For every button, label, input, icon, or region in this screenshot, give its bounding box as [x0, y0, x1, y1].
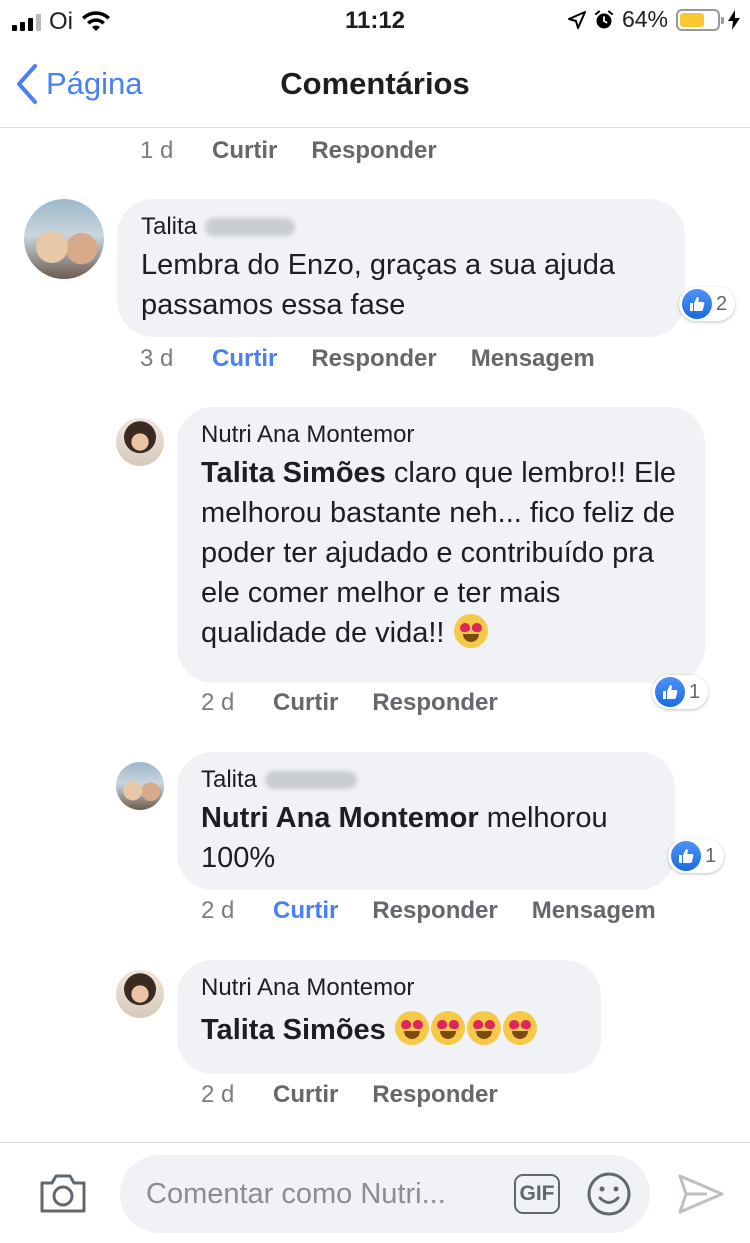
comment-time: 2 d	[201, 689, 235, 716]
comment-actions: 2 d Curtir Responder	[201, 689, 532, 717]
reaction-count: 1	[705, 844, 717, 867]
mention-link[interactable]: Talita Simões	[201, 1014, 386, 1046]
battery-percent: 64%	[621, 6, 668, 32]
reaction-count: 1	[689, 680, 701, 703]
comment-time: 3 d	[140, 345, 174, 372]
comment-composer: GIF	[0, 1142, 750, 1243]
comment-text: Lembra do Enzo, graças a sua ajuda passa…	[141, 249, 615, 321]
emoji-smile-icon[interactable]	[586, 1171, 632, 1217]
wifi-icon	[82, 11, 110, 31]
heart-eyes-emoji-icon	[453, 614, 488, 648]
comment-bubble[interactable]: Talita Nutri Ana Montemor melhorou 100%	[177, 752, 675, 890]
like-action[interactable]: Curtir	[212, 137, 277, 165]
reply-action[interactable]: Responder	[311, 137, 436, 165]
comment-time: 1 d	[140, 137, 174, 164]
author-name[interactable]: Nutri Ana Montemor	[201, 974, 414, 1002]
status-right: 64%	[567, 6, 740, 33]
chevron-left-icon	[17, 64, 37, 104]
comment-time: 2 d	[201, 1081, 235, 1108]
heart-eyes-emoji-icon	[394, 1011, 429, 1045]
comment-author[interactable]: Nutri Ana Montemor	[201, 974, 577, 1002]
carrier-label: Oi	[49, 8, 73, 35]
comment-actions: 3 d Curtir Responder Mensagem	[140, 345, 629, 373]
reaction-count: 2	[716, 292, 728, 315]
nav-bar: Página Comentários	[0, 44, 750, 128]
thumbs-up-icon	[682, 289, 712, 319]
comment-input[interactable]	[146, 1155, 506, 1233]
status-left: Oi	[12, 8, 111, 36]
gif-button[interactable]: GIF	[514, 1174, 560, 1214]
comment-bubble[interactable]: Nutri Ana Montemor Talita Simões	[177, 960, 601, 1074]
blurred-surname	[265, 771, 358, 789]
comment-time: 2 d	[201, 897, 235, 924]
back-label: Página	[46, 66, 143, 101]
status-bar: Oi 11:12 64%	[0, 0, 750, 40]
heart-eyes-emoji-icon	[430, 1011, 465, 1045]
avatar[interactable]	[24, 199, 104, 279]
heart-eyes-emoji-icon	[466, 1011, 501, 1045]
back-button[interactable]: Página	[16, 64, 143, 104]
like-action[interactable]: Curtir	[273, 897, 338, 925]
comment-author[interactable]: Nutri Ana Montemor	[201, 421, 681, 449]
message-action[interactable]: Mensagem	[532, 897, 656, 925]
mention-link[interactable]: Nutri Ana Montemor	[201, 802, 479, 834]
comment-actions: 1 d Curtir Responder	[140, 137, 471, 165]
comment-bubble[interactable]: Talita Lembra do Enzo, graças a sua ajud…	[117, 199, 685, 337]
avatar[interactable]	[116, 970, 164, 1018]
avatar[interactable]	[116, 418, 164, 466]
reply-action[interactable]: Responder	[372, 897, 497, 925]
comment-bubble[interactable]: Nutri Ana Montemor Talita Simões claro q…	[177, 407, 705, 683]
comment-author[interactable]: Talita	[141, 213, 661, 241]
battery-icon	[676, 8, 724, 31]
blurred-surname	[205, 218, 296, 236]
location-arrow-icon	[567, 10, 586, 29]
reaction-badge[interactable]: 2	[679, 287, 736, 321]
like-action[interactable]: Curtir	[273, 689, 338, 717]
thumbs-up-icon	[671, 841, 701, 871]
camera-icon[interactable]	[38, 1171, 88, 1215]
reaction-badge[interactable]: 1	[668, 839, 725, 873]
thumbs-up-icon	[655, 677, 685, 707]
comment-actions: 2 d Curtir Responder	[201, 1081, 532, 1109]
author-name[interactable]: Talita	[141, 213, 197, 241]
like-action[interactable]: Curtir	[212, 345, 277, 373]
mention-link[interactable]: Talita Simões	[201, 457, 386, 489]
send-icon[interactable]	[677, 1173, 725, 1215]
comment-author[interactable]: Talita	[201, 766, 651, 794]
signal-icon	[12, 13, 41, 31]
reply-action[interactable]: Responder	[372, 689, 497, 717]
comment-text: Talita Simões	[201, 1010, 577, 1050]
author-name[interactable]: Nutri Ana Montemor	[201, 421, 414, 449]
comment-actions: 2 d Curtir Responder Mensagem	[201, 897, 690, 925]
reply-action[interactable]: Responder	[311, 345, 436, 373]
message-action[interactable]: Mensagem	[471, 345, 595, 373]
alarm-icon	[594, 10, 613, 28]
charging-bolt-icon	[728, 9, 740, 30]
heart-eyes-emoji-icon	[502, 1011, 537, 1045]
reaction-badge[interactable]: 1	[652, 675, 709, 709]
comment-text: Talita Simões claro que lembro!! Ele mel…	[201, 453, 681, 653]
like-action[interactable]: Curtir	[273, 1081, 338, 1109]
comment-text: Nutri Ana Montemor melhorou 100%	[201, 798, 651, 878]
avatar[interactable]	[116, 762, 164, 810]
comment-field: GIF	[120, 1155, 650, 1233]
reply-action[interactable]: Responder	[372, 1081, 497, 1109]
author-name[interactable]: Talita	[201, 766, 257, 794]
